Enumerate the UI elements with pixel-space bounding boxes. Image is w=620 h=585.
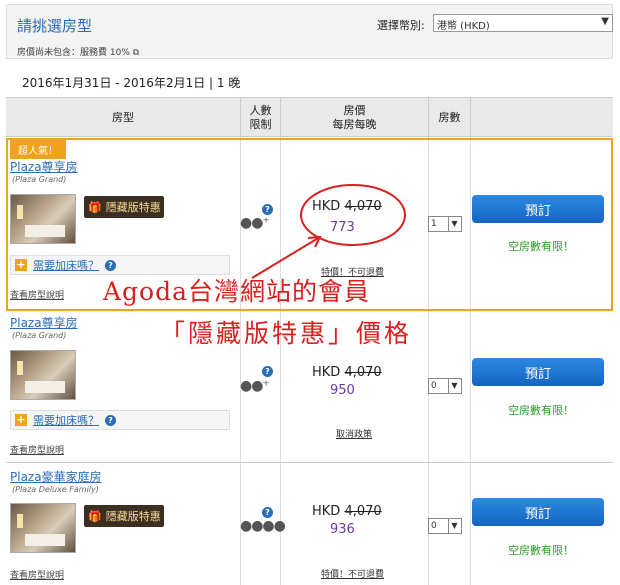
cancellation-policy-link[interactable]: 取消政策 bbox=[336, 427, 372, 440]
room-photo[interactable] bbox=[10, 350, 76, 400]
availability-text: 空房數有限！ bbox=[508, 240, 574, 253]
price-line: HKD 4,070 bbox=[312, 365, 382, 380]
room-details-link[interactable]: 查看房型說明 bbox=[10, 568, 64, 581]
original-price: 4,070 bbox=[344, 504, 382, 519]
book-button[interactable]: 預訂 bbox=[472, 498, 604, 526]
help-icon[interactable]: ? bbox=[105, 259, 116, 271]
guests-icon: ●●⁺ bbox=[240, 378, 270, 394]
hidden-deal-badge: 🎁 隱藏版特惠 bbox=[84, 196, 164, 218]
header-panel: 請挑選房型 房價尚未包含：服務費 10% ⧉ 選擇幣別: 港幣 (HKD) ▼ bbox=[6, 4, 613, 59]
stay-dates: 2016年1月31日 - 2016年2月1日 | 1 晚 bbox=[22, 76, 241, 90]
table-header: 房型 人數 限制 房價 每房每晚 房數 bbox=[6, 97, 613, 138]
room-name-link[interactable]: Plaza尊享房 bbox=[10, 314, 78, 331]
help-icon[interactable]: ? bbox=[262, 505, 273, 518]
help-icon[interactable]: ? bbox=[105, 414, 116, 426]
availability-text: 空房數有限！ bbox=[508, 544, 574, 557]
chevron-down-icon: ▼ bbox=[448, 519, 460, 533]
chevron-down-icon: ▼ bbox=[601, 16, 609, 27]
room-subname: (Plaza Grand) bbox=[12, 331, 67, 340]
annotation-line-2: 「隱藏版特惠」價格 bbox=[160, 319, 413, 348]
availability-text: 空房數有限！ bbox=[508, 404, 574, 417]
tax-note: 房價尚未包含：服務費 10% ⧉ bbox=[17, 48, 140, 58]
original-price: 4,070 bbox=[344, 365, 382, 380]
hidden-deal-badge: 🎁 隱藏版特惠 bbox=[84, 505, 164, 527]
gift-icon: 🎁 bbox=[88, 509, 102, 523]
extra-bed-link[interactable]: 需要加床嗎？ bbox=[33, 257, 99, 273]
room-photo[interactable] bbox=[10, 194, 76, 244]
annotation-line-1: Agoda台灣網站的會員 bbox=[103, 277, 371, 306]
plus-icon[interactable]: + bbox=[15, 259, 27, 271]
room-qty-select[interactable]: 0 ▼ bbox=[428, 378, 462, 394]
col-occupancy: 人數 限制 bbox=[240, 98, 280, 138]
price-line: HKD 4,070 bbox=[312, 199, 382, 214]
plus-icon[interactable]: + bbox=[15, 414, 27, 426]
book-button[interactable]: 預訂 bbox=[472, 195, 604, 223]
page-title: 請挑選房型 bbox=[17, 17, 93, 35]
discount-price: 936 bbox=[330, 522, 355, 537]
currency-select[interactable]: 港幣 (HKD) ▼ bbox=[433, 14, 613, 32]
chevron-down-icon: ▼ bbox=[448, 217, 460, 231]
external-link-icon[interactable]: ⧉ bbox=[133, 48, 139, 58]
room-subname: (Plaza Deluxe Family) bbox=[12, 485, 99, 494]
row-divider bbox=[6, 462, 613, 463]
price-note-link[interactable]: 特價！不可退費 bbox=[321, 567, 384, 580]
price-line: HKD 4,070 bbox=[312, 504, 382, 519]
help-icon[interactable]: ? bbox=[262, 202, 273, 215]
col-rooms: 房數 bbox=[428, 98, 470, 138]
currency-label: 選擇幣別: bbox=[377, 19, 425, 32]
original-price: 4,070 bbox=[344, 199, 382, 214]
guests-icon: ●●●● bbox=[240, 518, 286, 534]
room-details-link[interactable]: 查看房型說明 bbox=[10, 443, 64, 456]
discount-price: 950 bbox=[330, 383, 355, 398]
room-qty-select[interactable]: 0 ▼ bbox=[428, 518, 462, 534]
help-icon[interactable]: ? bbox=[262, 364, 273, 377]
room-subname: (Plaza Grand) bbox=[12, 175, 67, 184]
chevron-down-icon: ▼ bbox=[448, 379, 460, 393]
extra-bed-link[interactable]: 需要加床嗎？ bbox=[33, 412, 99, 428]
room-name-link[interactable]: Plaza尊享房 bbox=[10, 158, 78, 175]
room-photo[interactable] bbox=[10, 503, 76, 553]
guests-icon: ●●⁺ bbox=[240, 215, 270, 231]
col-book bbox=[470, 98, 613, 138]
room-name-link[interactable]: Plaza豪華家庭房 bbox=[10, 468, 102, 485]
col-room-type: 房型 bbox=[112, 111, 134, 124]
popular-badge: 超人氣！ bbox=[10, 140, 66, 159]
room-qty-select[interactable]: 1 ▼ bbox=[428, 216, 462, 232]
book-button[interactable]: 預訂 bbox=[472, 358, 604, 386]
extra-bed-box[interactable]: + 需要加床嗎？ ? bbox=[10, 410, 230, 430]
discount-price: 773 bbox=[330, 220, 355, 235]
col-price: 房價 每房每晚 bbox=[280, 98, 428, 138]
room-details-link[interactable]: 查看房型說明 bbox=[10, 288, 64, 301]
gift-icon: 🎁 bbox=[88, 200, 102, 214]
